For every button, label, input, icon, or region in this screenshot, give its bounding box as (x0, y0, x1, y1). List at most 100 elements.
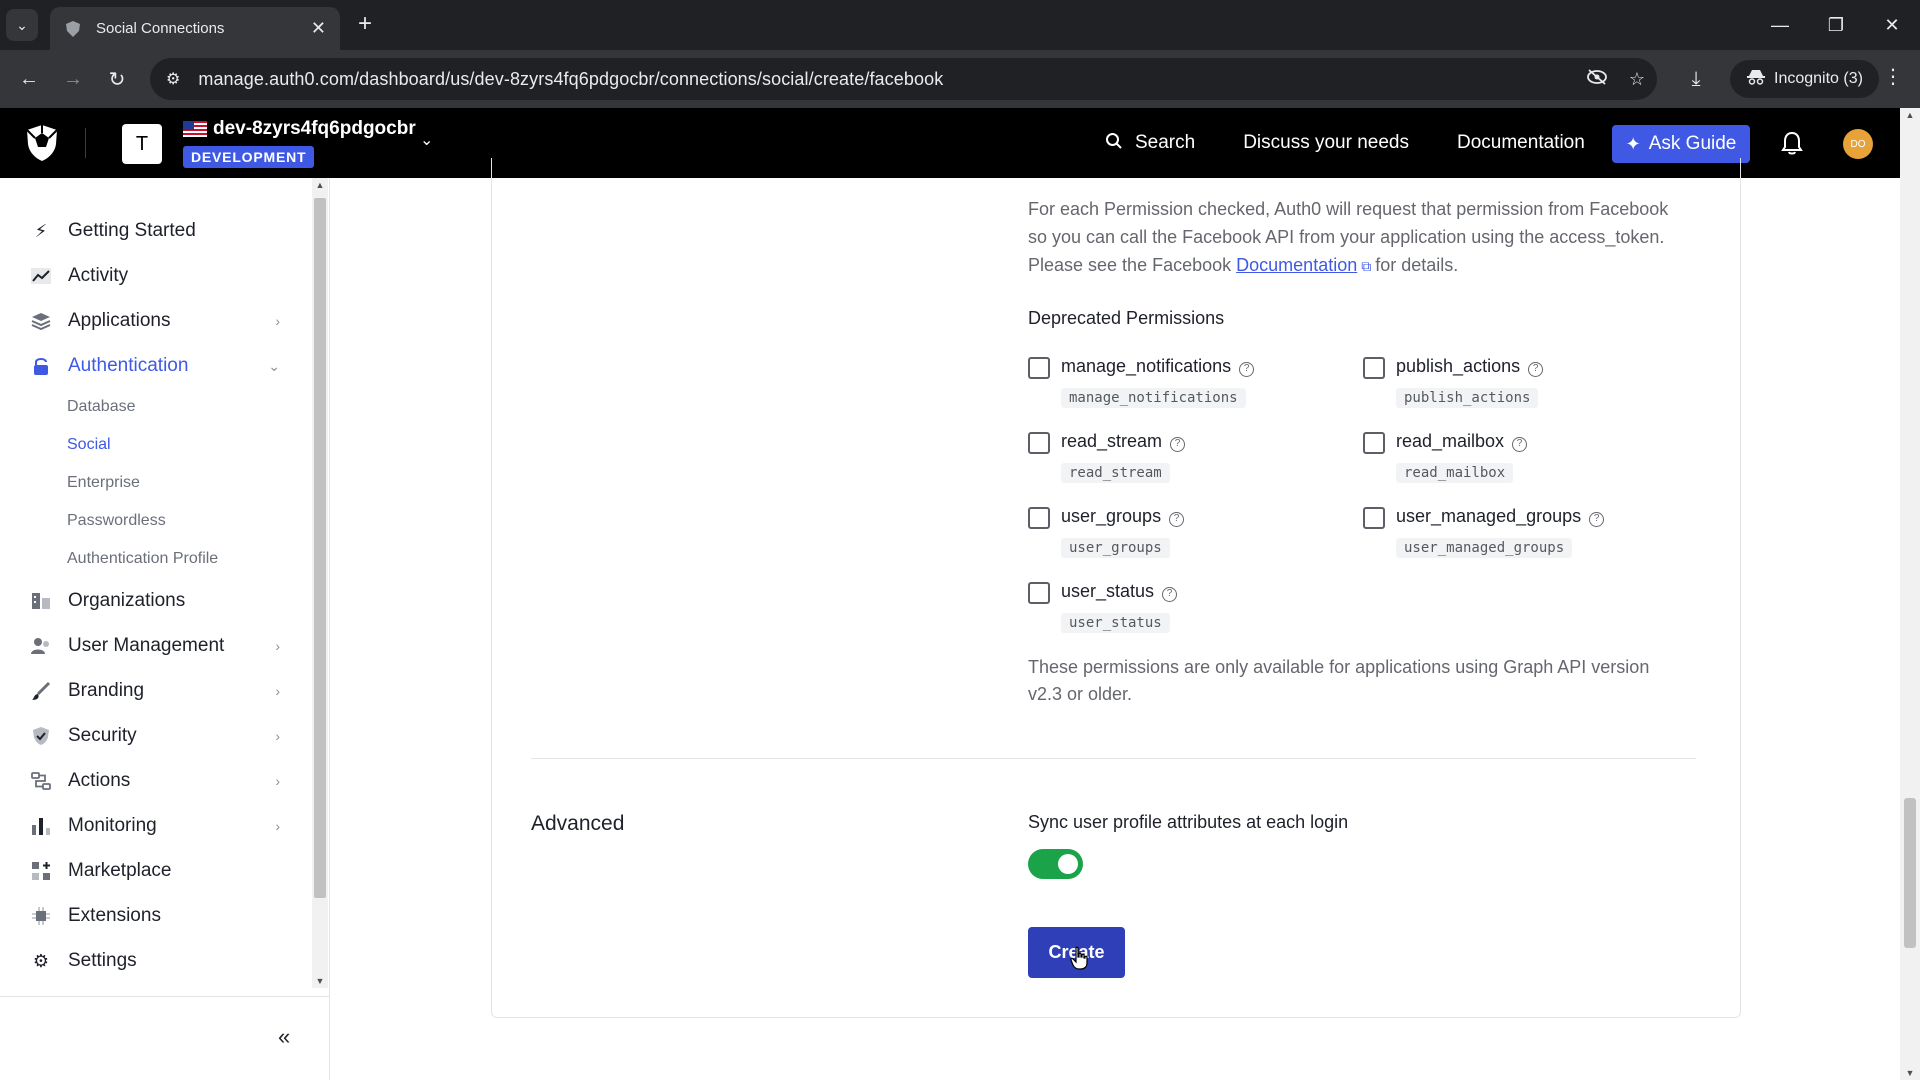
sidebar-subitem-database[interactable]: Database (67, 398, 136, 416)
new-tab-button[interactable]: + (352, 12, 378, 38)
help-icon[interactable]: ? (1239, 362, 1255, 377)
scroll-down-arrow-icon[interactable]: ▼ (1900, 1068, 1920, 1078)
shield-favicon-icon (64, 20, 82, 38)
scroll-down-arrow-icon[interactable]: ▼ (312, 976, 328, 986)
permission-label: read_mailbox (1396, 431, 1505, 451)
tab-search-button[interactable]: ⌄ (6, 9, 38, 41)
tenant-chevron-down-icon[interactable]: ⌄ (420, 130, 433, 150)
close-tab-icon[interactable]: ✕ (311, 18, 326, 39)
chevron-down-icon: ⌄ (268, 357, 280, 374)
help-icon[interactable]: ? (1170, 437, 1186, 452)
sidebar-item-label: Marketplace (68, 860, 172, 881)
sidebar-item-actions[interactable]: Actions › (30, 766, 280, 796)
sidebar-item-label: Activity (68, 265, 129, 286)
sidebar-item-activity[interactable]: Activity (30, 261, 280, 291)
browser-menu-icon[interactable]: ⋮ (1878, 64, 1908, 89)
bookmark-star-icon[interactable]: ☆ (1617, 69, 1657, 90)
permission-label-wrap: read_mailbox? (1396, 431, 1528, 452)
help-icon[interactable]: ? (1589, 512, 1605, 527)
site-info-icon[interactable]: ⚙ (166, 69, 180, 89)
permission-code: read_mailbox (1396, 463, 1514, 483)
download-icon[interactable]: ⤓ (1676, 68, 1716, 91)
collapse-sidebar-icon[interactable]: « (278, 1024, 290, 1050)
reload-icon[interactable]: ↻ (102, 64, 132, 94)
help-icon[interactable]: ? (1512, 437, 1528, 452)
permission-code: read_stream (1061, 463, 1170, 483)
sparkle-icon: ✦ (1625, 133, 1641, 154)
discuss-needs-link[interactable]: Discuss your needs (1243, 132, 1409, 154)
advanced-section-title: Advanced (531, 812, 625, 835)
help-icon[interactable]: ? (1169, 512, 1185, 527)
sidebar-subitem-authentication-profile[interactable]: Authentication Profile (67, 550, 218, 568)
sidebar-subitem-passwordless[interactable]: Passwordless (67, 512, 166, 530)
read-stream-checkbox[interactable] (1028, 432, 1050, 454)
sidebar-item-applications[interactable]: Applications › (30, 306, 280, 336)
close-window-icon[interactable]: ✕ (1864, 0, 1920, 50)
user-managed-groups-checkbox[interactable] (1363, 507, 1385, 529)
tenant-name[interactable]: dev-8zyrs4fq6pdgocbr (213, 118, 416, 140)
sidebar-item-authentication[interactable]: Authentication ⌄ (30, 351, 280, 381)
permission-label: user_groups (1061, 506, 1162, 526)
permission-label-wrap: user_managed_groups? (1396, 506, 1605, 527)
sidebar-item-getting-started[interactable]: ⚡ Getting Started (30, 216, 280, 246)
address-bar[interactable]: ⚙ manage.auth0.com/dashboard/us/dev-8zyr… (150, 58, 1657, 100)
permission-code: publish_actions (1396, 388, 1539, 408)
permission-code: user_groups (1061, 538, 1170, 558)
deprecated-permissions-title: Deprecated Permissions (1028, 308, 1225, 328)
sidebar-item-label: Applications (68, 310, 171, 331)
main-scrollbar[interactable]: ▲ ▼ (1900, 108, 1920, 1080)
user-groups-checkbox[interactable] (1028, 507, 1050, 529)
chevron-right-icon: › (275, 818, 280, 834)
shield-check-icon (30, 725, 52, 747)
auth0-logo-icon[interactable] (24, 124, 60, 162)
read-mailbox-checkbox[interactable] (1363, 432, 1385, 454)
minimize-icon[interactable]: — (1752, 0, 1808, 50)
tenant-avatar[interactable]: T (122, 124, 162, 164)
sidebar-item-organizations[interactable]: Organizations (30, 586, 280, 616)
sidebar-item-label: Monitoring (68, 815, 157, 836)
sidebar-subitem-enterprise[interactable]: Enterprise (67, 474, 140, 492)
deprecated-note-line-2: v2.3 or older. (1028, 684, 1133, 704)
sidebar-scroll-thumb[interactable] (314, 198, 326, 898)
main-scroll-thumb[interactable] (1904, 798, 1916, 948)
help-icon[interactable]: ? (1528, 362, 1544, 377)
user-status-checkbox[interactable] (1028, 582, 1050, 604)
sidebar-item-label: Settings (68, 950, 137, 971)
sync-profile-toggle[interactable] (1028, 849, 1083, 879)
sidebar-item-security[interactable]: Security › (30, 721, 280, 751)
sidebar-item-branding[interactable]: Branding › (30, 676, 280, 706)
sidebar-item-marketplace[interactable]: Marketplace (30, 856, 280, 886)
documentation-link[interactable]: Documentation (1457, 132, 1585, 154)
sidebar-scrollbar[interactable]: ▲ ▼ (312, 178, 328, 988)
chevron-right-icon: › (275, 683, 280, 699)
sidebar-item-user-management[interactable]: User Management › (30, 631, 280, 661)
sidebar-item-extensions[interactable]: Extensions (30, 901, 280, 931)
restore-icon[interactable]: ❐ (1808, 0, 1864, 50)
scroll-up-arrow-icon[interactable]: ▲ (312, 180, 328, 190)
window-controls: — ❐ ✕ (1752, 0, 1920, 50)
header-search-button[interactable]: Search (1105, 132, 1195, 155)
browser-tab[interactable]: Social Connections ✕ (50, 7, 340, 50)
sidebar-item-label: Authentication (68, 355, 189, 376)
eye-off-icon[interactable] (1577, 68, 1617, 91)
sidebar-subitem-social[interactable]: Social (67, 436, 111, 454)
permission-code: user_status (1061, 613, 1170, 633)
user-avatar[interactable]: DO (1843, 129, 1873, 159)
sidebar-item-settings[interactable]: ⚙ Settings (30, 946, 280, 976)
chevron-down-icon: ⌄ (16, 16, 28, 33)
facebook-documentation-link[interactable]: Documentation (1236, 255, 1357, 275)
publish-actions-checkbox[interactable] (1363, 357, 1385, 379)
forward-icon[interactable]: → (58, 64, 88, 94)
environment-badge: DEVELOPMENT (183, 146, 315, 168)
url-text[interactable]: manage.auth0.com/dashboard/us/dev-8zyrs4… (198, 69, 1577, 90)
incognito-indicator[interactable]: Incognito (3) (1730, 60, 1879, 98)
help-icon[interactable]: ? (1162, 587, 1178, 602)
sidebar-item-monitoring[interactable]: Monitoring › (30, 811, 280, 841)
scroll-up-arrow-icon[interactable]: ▲ (1900, 110, 1920, 120)
back-icon[interactable]: ← (14, 64, 44, 94)
sidebar-item-label: Organizations (68, 590, 186, 611)
bell-icon[interactable] (1780, 130, 1804, 156)
manage-notifications-checkbox[interactable] (1028, 357, 1050, 379)
header-divider (85, 128, 86, 158)
sidebar-item-label: Actions (68, 770, 131, 791)
